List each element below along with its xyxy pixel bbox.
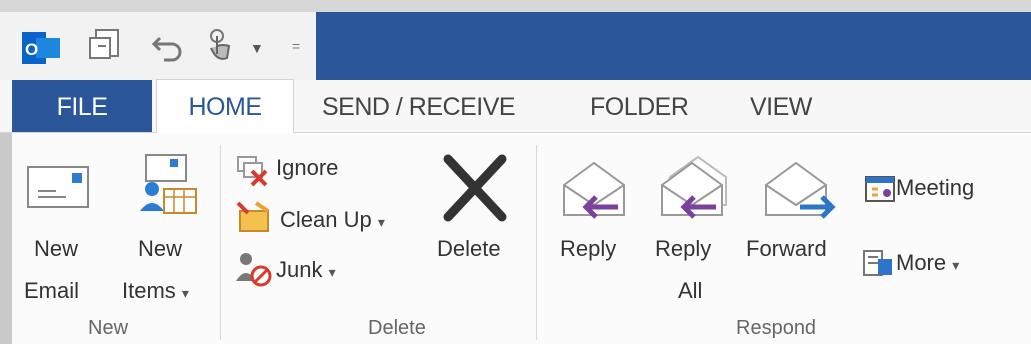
meeting-icon [865,176,895,202]
new-email-label-2: Email [24,278,80,303]
title-bar [316,12,1031,80]
reply-label: Reply [560,236,617,261]
new-items-dropdown-icon: ▾ [181,285,189,301]
clean-up-icon [236,201,270,232]
tab-file[interactable]: FILE [12,80,152,132]
new-items-label-2: Items ▾ [122,278,189,303]
ignore-icon [237,156,268,187]
delete-group-label: Delete [368,317,426,339]
junk-dropdown-icon: ▾ [328,264,336,280]
group-separator [536,145,537,340]
ribbon: New Email New Items ▾ New Ignore Clean U… [12,133,1031,344]
send-receive-icon[interactable] [88,28,128,64]
meeting-label: Meeting [896,175,975,200]
undo-icon[interactable] [150,30,190,64]
reply-icon [563,161,625,219]
svg-text:O: O [25,40,38,59]
tab-send-receive[interactable]: SEND / RECEIVE [322,80,516,132]
delete-label: Delete [437,236,501,261]
ribbon-tabs: FILE HOME SEND / RECEIVE FOLDER VIEW [0,79,1031,133]
quick-access-toolbar: O ▼ = [0,12,316,80]
forward-icon [765,161,836,219]
delete-x-icon [443,154,507,222]
tab-view[interactable]: VIEW [750,80,812,132]
new-group-label: New [88,317,129,339]
respond-group-label: Respond [736,317,817,339]
more-dropdown-icon: ▾ [952,257,960,273]
new-items-label-1: New [138,236,183,261]
new-email-icon [27,166,89,208]
new-items-icon [140,154,197,214]
touch-mode-icon[interactable] [203,28,239,66]
reply-all-label-2: All [678,278,703,303]
ignore-label: Ignore [276,155,339,180]
clean-up-label: Clean Up ▾ [280,207,385,232]
tab-folder[interactable]: FOLDER [590,80,689,132]
title-bar-edge [0,0,1031,12]
new-email-label-1: New [34,236,79,261]
junk-icon [236,253,272,287]
reply-all-icon [661,155,727,219]
more-label: More ▾ [896,250,960,275]
outlook-window: O ▼ = FILE HOME SEND / RECEIVE FOLDER VI… [0,0,1031,344]
outlook-logo-icon[interactable]: O [22,30,62,66]
customize-qat-icon[interactable]: = [292,38,300,54]
tab-home[interactable]: HOME [156,79,294,133]
forward-label: Forward [746,236,827,261]
clean-up-dropdown-icon: ▾ [377,214,385,230]
touch-mode-dropdown-icon[interactable]: ▼ [250,40,264,56]
more-respond-icon [863,250,892,276]
reply-all-label-1: Reply [655,236,712,261]
group-separator [220,145,221,340]
junk-label: Junk ▾ [276,257,336,282]
